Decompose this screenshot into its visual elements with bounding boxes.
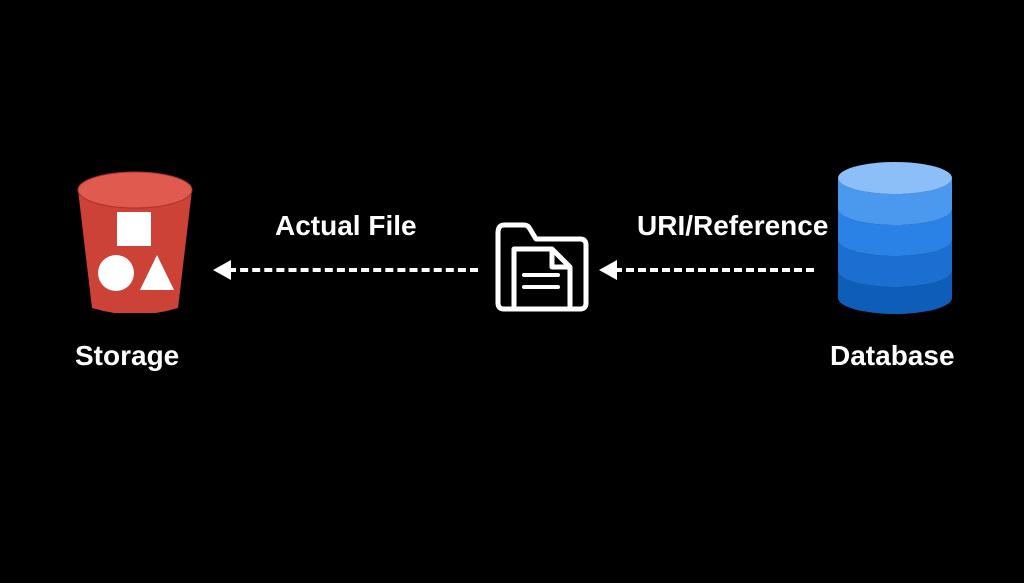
database-label: Database bbox=[830, 340, 955, 372]
architecture-diagram: Actual File URI/Reference Storage Databa… bbox=[0, 0, 1024, 583]
bucket-icon bbox=[70, 158, 200, 313]
storage-node bbox=[70, 158, 200, 313]
edge-label-actual-file: Actual File bbox=[275, 210, 417, 242]
storage-label: Storage bbox=[75, 340, 179, 372]
arrowhead-db-to-file bbox=[599, 260, 617, 280]
folder-file-icon bbox=[492, 215, 592, 315]
file-node bbox=[492, 215, 592, 315]
arrowhead-file-to-storage bbox=[213, 260, 231, 280]
database-icon bbox=[830, 158, 960, 318]
arrow-file-to-storage bbox=[228, 268, 478, 272]
arrow-db-to-file bbox=[614, 268, 814, 272]
edge-label-uri-reference: URI/Reference bbox=[637, 210, 828, 242]
database-node bbox=[830, 158, 960, 318]
